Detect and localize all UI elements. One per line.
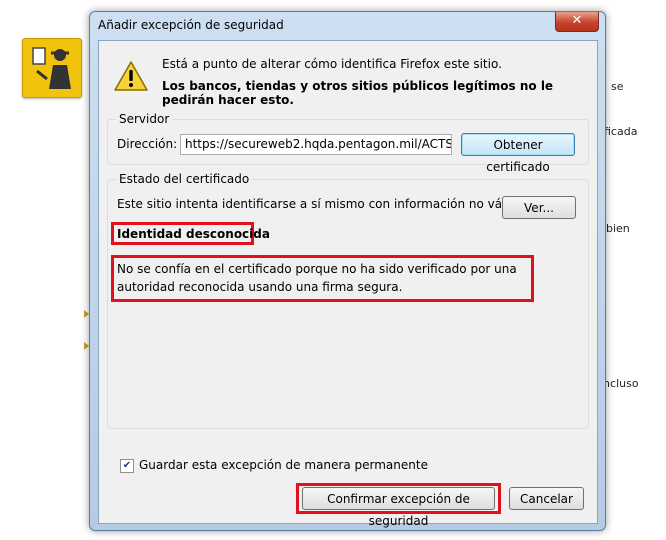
background-text: ficada bbox=[604, 125, 638, 138]
certificate-status-group: Estado del certificado Este sitio intent… bbox=[107, 172, 589, 429]
warning-message: Está a punto de alterar cómo identifica … bbox=[162, 57, 502, 71]
background-text: se bbox=[611, 80, 624, 93]
get-certificate-button[interactable]: Obtener certificado bbox=[461, 133, 575, 174]
server-group: Servidor Dirección: https://secureweb2.h… bbox=[107, 112, 589, 174]
cancel-button[interactable]: Cancelar bbox=[509, 487, 584, 510]
address-input[interactable]: https://secureweb2.hqda.pentagon.mil/ACT… bbox=[180, 134, 452, 155]
save-permanently-checkbox[interactable]: ✔ bbox=[120, 459, 134, 473]
warning-icon bbox=[113, 60, 149, 95]
save-permanently-label[interactable]: Guardar esta excepción de manera permane… bbox=[139, 458, 428, 472]
warning-message-bold: Los bancos, tiendas y otros sitios públi… bbox=[162, 79, 554, 107]
security-exception-dialog: Añadir excepción de seguridad ✕ Está a p… bbox=[89, 11, 606, 531]
view-certificate-button[interactable]: Ver... bbox=[502, 196, 576, 219]
certificate-status-description: Este sitio intenta identificarse a sí mi… bbox=[117, 197, 528, 211]
certificate-status-label: Estado del certificado bbox=[116, 172, 253, 186]
dialog-body: Está a punto de alterar cómo identifica … bbox=[98, 40, 598, 528]
certificate-explanation: No se confía en el certificado porque no… bbox=[117, 262, 517, 294]
confirm-exception-button[interactable]: Confirmar excepción de seguridad bbox=[302, 487, 495, 528]
server-group-label: Servidor bbox=[116, 112, 173, 126]
identity-icon bbox=[22, 38, 82, 98]
close-icon: ✕ bbox=[571, 13, 583, 28]
close-button[interactable]: ✕ bbox=[555, 12, 599, 32]
dialog-title: Añadir excepción de seguridad bbox=[98, 18, 284, 32]
address-label: Dirección: bbox=[117, 137, 178, 151]
background-text: bien bbox=[606, 222, 630, 235]
identity-heading: Identidad desconocida bbox=[117, 227, 270, 241]
